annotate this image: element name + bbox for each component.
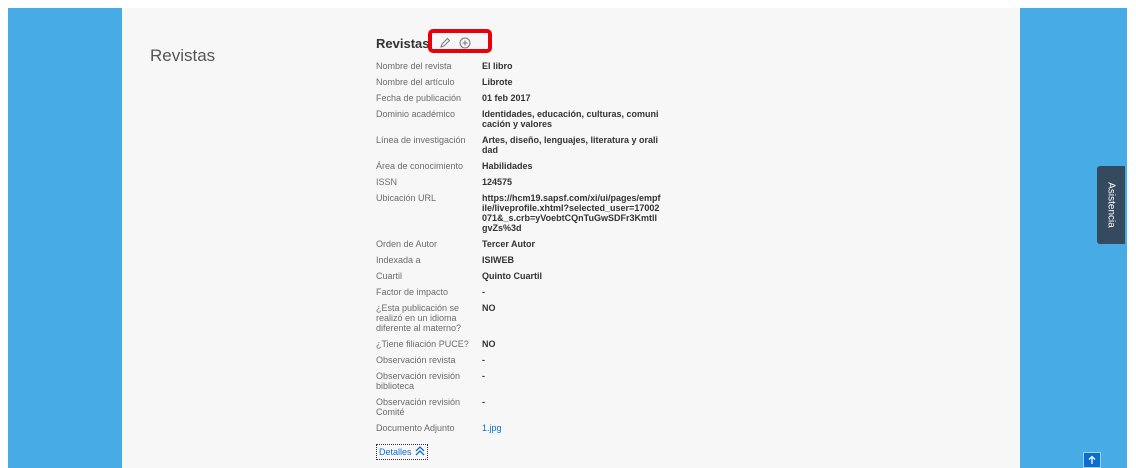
attachment-link[interactable]: 1.jpg [482, 423, 662, 433]
field-label: Fecha de publicación [376, 93, 462, 103]
field-label: Nombre del revista [376, 61, 452, 71]
details-link[interactable]: Detalles [376, 444, 428, 460]
field-label: Línea de investigación [376, 135, 466, 145]
field-row: ¿Tiene filiación PUCE? NO [376, 339, 676, 349]
field-value: Quinto Cuartil [482, 271, 542, 281]
field-label: Factor de impacto [376, 287, 449, 297]
field-row: Nombre del artículo Librote [376, 77, 676, 87]
section-title: Revistas [150, 46, 216, 65]
field-row: Indexada a ISIWEB [376, 255, 676, 265]
top-strip [0, 0, 1136, 8]
field-value: NO [482, 303, 496, 313]
field-value: Identidades, educación, culturas, comuni… [482, 109, 659, 129]
field-row: Cuartil Quinto Cuartil [376, 271, 676, 281]
field-value: Tercer Autor [482, 239, 536, 249]
field-label: Cuartil [376, 271, 403, 281]
content-panel: Revistas Revistas Nombre del revista El … [122, 8, 1020, 468]
field-row: Factor de impacto - [376, 287, 676, 297]
field-value: - [482, 287, 485, 297]
field-value: El libro [482, 61, 513, 71]
field-value: - [482, 355, 485, 365]
arrow-up-icon [1088, 455, 1096, 464]
field-label: Observación revisión Comité [376, 397, 461, 417]
field-value: ISIWEB [482, 255, 515, 265]
field-row: ¿Esta publicación se realizó en un idiom… [376, 303, 676, 333]
field-row: ISSN 124575 [376, 177, 676, 187]
field-value: https://hcm19.sapsf.com/xi/ui/pages/empf… [482, 193, 661, 233]
field-label: Observación revista [376, 355, 456, 365]
field-label: Área de conocimiento [376, 161, 464, 171]
fields-list: Nombre del revista El libro Nombre del a… [376, 61, 676, 433]
field-row: Nombre del revista El libro [376, 61, 676, 71]
field-value: Habilidades [482, 161, 533, 171]
field-value: NO [482, 339, 496, 349]
field-value: 01 feb 2017 [482, 93, 531, 103]
field-row: Dominio académico Identidades, educación… [376, 109, 676, 129]
field-row: Área de conocimiento Habilidades [376, 161, 676, 171]
field-value: Artes, diseño, lenguajes, literatura y o… [482, 135, 659, 155]
left-side-panel [8, 8, 122, 468]
double-chevron-up-icon [415, 446, 425, 458]
field-label: Indexada a [376, 255, 421, 265]
field-row: Ubicación URL https://hcm19.sapsf.com/xi… [376, 193, 676, 233]
field-row: Fecha de publicación 01 feb 2017 [376, 93, 676, 103]
field-label: Nombre del artículo [376, 77, 455, 87]
field-label: Dominio académico [376, 109, 456, 119]
field-value: Librote [482, 77, 513, 87]
field-label: Observación revisión biblioteca [376, 371, 461, 391]
card-title: Revistas [376, 36, 430, 51]
field-label: ¿Esta publicación se realizó en un idiom… [376, 303, 462, 333]
field-row: Observación revisión biblioteca - [376, 371, 676, 391]
field-row: Observación revisión Comité - [376, 397, 676, 417]
details-link-label: Detalles [379, 447, 412, 457]
field-row: Observación revista - [376, 355, 676, 365]
assistance-tab[interactable]: Asistencia [1097, 166, 1125, 244]
field-label: Orden de Autor [376, 239, 438, 249]
field-value: - [482, 397, 485, 407]
field-value: - [482, 371, 485, 381]
field-row: Orden de Autor Tercer Autor [376, 239, 676, 249]
field-label: Documento Adjunto [376, 423, 455, 433]
scroll-top-button[interactable] [1083, 452, 1101, 468]
field-label: ¿Tiene filiación PUCE? [376, 339, 469, 349]
assistance-tab-label: Asistencia [1105, 182, 1117, 228]
field-row: Documento Adjunto 1.jpg [376, 423, 676, 433]
field-row: Línea de investigación Artes, diseño, le… [376, 135, 676, 155]
field-value: 124575 [482, 177, 513, 187]
field-label: Ubicación URL [376, 193, 437, 203]
highlight-box [428, 29, 492, 53]
field-label: ISSN [376, 177, 398, 187]
